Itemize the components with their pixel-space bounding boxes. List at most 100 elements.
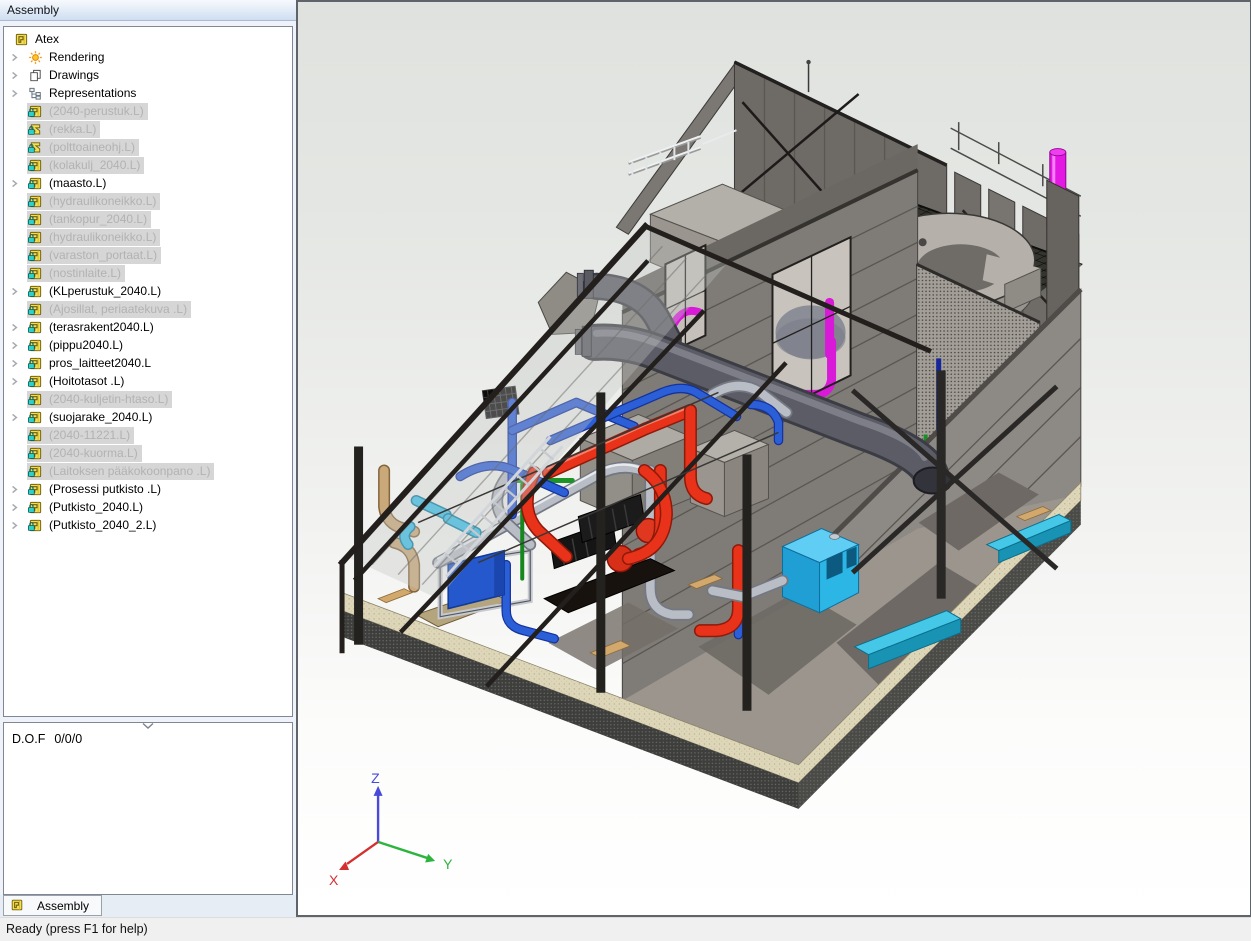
assembly-lock-icon <box>28 464 44 479</box>
reps-icon <box>28 86 44 101</box>
x-axis <box>347 842 378 864</box>
tree-item-label: (Putkisto_2040_2.L) <box>49 518 156 532</box>
tree-item-label: (Laitoksen pääkokoonpano .L) <box>49 464 210 478</box>
tree-item[interactable]: (2040-kuorma.L) <box>4 444 292 462</box>
assembly-lock-icon <box>28 356 44 371</box>
tree-item[interactable]: (terasrakent2040.L) <box>4 318 292 336</box>
expand-arrow-icon[interactable] <box>4 323 27 332</box>
z-axis-label: Z <box>371 770 380 786</box>
tree-item-label: (kolakulj_2040.L) <box>49 158 140 172</box>
dof-label: D.O.F <box>12 732 45 746</box>
expand-arrow-icon[interactable] <box>4 341 27 350</box>
expand-arrow-icon[interactable] <box>4 71 27 80</box>
splitter-collapse-chevron-icon[interactable] <box>141 722 155 730</box>
tree-item[interactable]: (2040-perustuk.L) <box>4 102 292 120</box>
assembly-icon <box>14 32 30 47</box>
assembly-lock-icon <box>28 338 44 353</box>
cad-scene[interactable]: Z Y X <box>298 2 1250 915</box>
expand-arrow-icon[interactable] <box>4 53 27 62</box>
tree-item[interactable]: (nostinlaite.L) <box>4 264 292 282</box>
tree-item[interactable]: (kolakulj_2040.L) <box>4 156 292 174</box>
tree-item[interactable]: (suojarake_2040.L) <box>4 408 292 426</box>
tree-item[interactable]: (2040-11221.L) <box>4 426 292 444</box>
tree-item-label: pros_laitteet2040.L <box>49 356 151 370</box>
tree-item[interactable]: (Prosessi putkisto .L) <box>4 480 292 498</box>
tree-item[interactable]: Rendering <box>4 48 292 66</box>
assembly-tree[interactable]: AtexRendering Drawings Representations (204… <box>3 26 293 717</box>
tree-item-label: (2040-kuljetin-htaso.L) <box>49 392 168 406</box>
x-axis-label: X <box>329 872 339 888</box>
tree-item[interactable]: (2040-kuljetin-htaso.L) <box>4 390 292 408</box>
tree-item-label: (2040-perustuk.L) <box>49 104 144 118</box>
assembly-lock-icon <box>28 500 44 515</box>
tree-item-label: (rekka.L) <box>49 122 96 136</box>
tree-item-label: (nostinlaite.L) <box>49 266 121 280</box>
tree-root-item[interactable]: Atex <box>4 30 292 48</box>
assembly-panel-header[interactable]: Assembly <box>0 0 296 21</box>
application-window: Assembly AtexRendering Drawings Representa… <box>0 0 1251 941</box>
assembly-lock-icon <box>28 248 44 263</box>
tree-item[interactable]: (pippu2040.L) <box>4 336 292 354</box>
expand-arrow-icon[interactable] <box>4 377 27 386</box>
assembly-dock: Assembly AtexRendering Drawings Representa… <box>0 0 296 941</box>
assembly-lock-icon <box>28 518 44 533</box>
assembly-lock-icon <box>28 428 44 443</box>
tree-item-label: (tankopur_2040.L) <box>49 212 147 226</box>
tree-item[interactable]: Drawings <box>4 66 292 84</box>
part-lock-icon <box>28 140 44 155</box>
tree-item[interactable]: (Putkisto_2040.L) <box>4 498 292 516</box>
assembly-icon <box>10 898 26 913</box>
assembly-lock-icon <box>28 446 44 461</box>
tree-item[interactable]: (hydraulikoneikko.L) <box>4 192 292 210</box>
tree-item[interactable]: (varaston_portaat.L) <box>4 246 292 264</box>
assembly-lock-icon <box>28 212 44 227</box>
expand-arrow-icon[interactable] <box>4 179 27 188</box>
assembly-lock-icon <box>28 266 44 281</box>
tree-item[interactable]: (Ajosillat, periaatekuva .L) <box>4 300 292 318</box>
assembly-lock-icon <box>28 302 44 317</box>
tree-item-label: (Putkisto_2040.L) <box>49 500 143 514</box>
tree-item-label: (pippu2040.L) <box>49 338 123 352</box>
expand-arrow-icon[interactable] <box>4 521 27 530</box>
tab-assembly-label: Assembly <box>37 899 89 913</box>
assembly-lock-icon <box>28 392 44 407</box>
tree-item[interactable]: (Laitoksen pääkokoonpano .L) <box>4 462 292 480</box>
tree-item[interactable]: (tankopur_2040.L) <box>4 210 292 228</box>
dof-readout: D.O.F0/0/0 <box>12 732 82 746</box>
pages-icon <box>28 68 44 83</box>
sun-icon <box>28 50 44 65</box>
tree-item[interactable]: (Hoitotasot .L) <box>4 372 292 390</box>
assembly-lock-icon <box>28 374 44 389</box>
expand-arrow-icon[interactable] <box>4 287 27 296</box>
tree-item-label: (hydraulikoneikko.L) <box>49 194 156 208</box>
panel-title-label: Assembly <box>7 3 59 17</box>
tree-item[interactable]: Representations <box>4 84 292 102</box>
tree-item-label: (KLperustuk_2040.L) <box>49 284 161 298</box>
tree-item[interactable]: (rekka.L) <box>4 120 292 138</box>
tree-item[interactable]: (Putkisto_2040_2.L) <box>4 516 292 534</box>
expand-arrow-icon[interactable] <box>4 485 27 494</box>
status-bar: Ready (press F1 for help) <box>0 917 1251 941</box>
tree-item-label: Drawings <box>49 68 99 82</box>
tab-bar: Assembly <box>0 895 296 917</box>
tree-item-label: (2040-11221.L) <box>49 428 130 442</box>
dof-panel: D.O.F0/0/0 <box>3 722 293 895</box>
tree-item[interactable]: (hydraulikoneikko.L) <box>4 228 292 246</box>
viewport-3d[interactable]: Z Y X <box>296 0 1251 917</box>
y-axis <box>378 842 427 858</box>
assembly-lock-icon <box>28 284 44 299</box>
expand-arrow-icon[interactable] <box>4 413 27 422</box>
tree-item[interactable]: (KLperustuk_2040.L) <box>4 282 292 300</box>
expand-arrow-icon[interactable] <box>4 359 27 368</box>
tab-assembly[interactable]: Assembly <box>3 895 102 916</box>
assembly-lock-icon <box>28 158 44 173</box>
tree-item-label: (suojarake_2040.L) <box>49 410 152 424</box>
tree-item[interactable]: pros_laitteet2040.L <box>4 354 292 372</box>
expand-arrow-icon[interactable] <box>4 503 27 512</box>
tree-item-label: (Hoitotasot .L) <box>49 374 124 388</box>
coordinate-triad: Z Y X <box>329 770 453 888</box>
tree-item[interactable]: (maasto.L) <box>4 174 292 192</box>
expand-arrow-icon[interactable] <box>4 89 27 98</box>
assembly-lock-icon <box>28 482 44 497</box>
tree-item[interactable]: (polttoaineohj.L) <box>4 138 292 156</box>
